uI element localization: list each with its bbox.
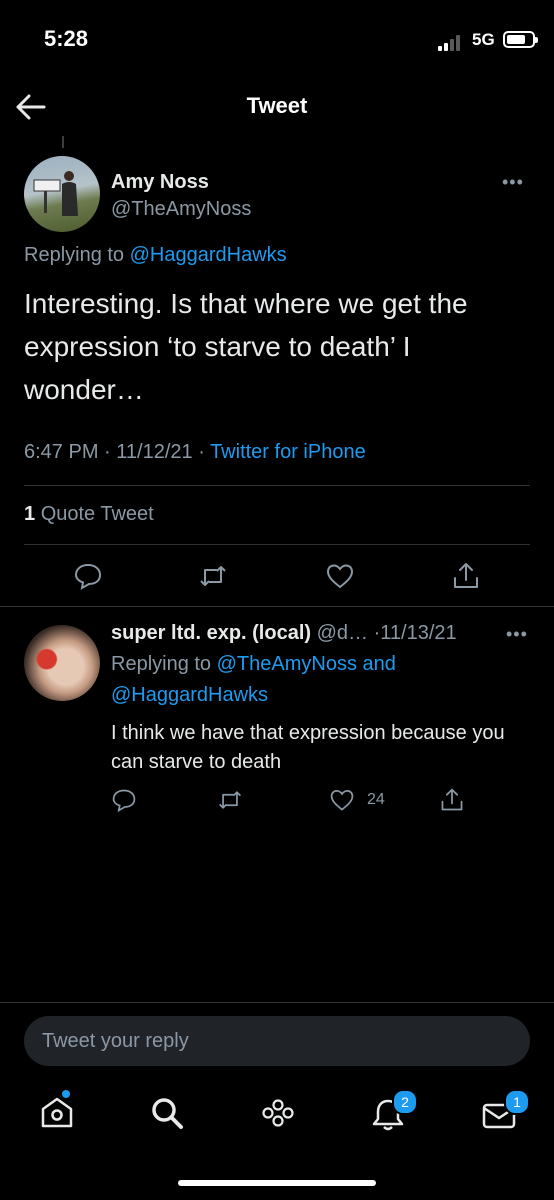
replying-to-line: Replying to @HaggardHawks [24, 244, 287, 267]
replying-to-link[interactable]: @HaggardHawks [130, 244, 287, 266]
reply-replying-prefix: Replying to [111, 653, 212, 675]
reply-replying-to-link-2[interactable]: @HaggardHawks [111, 684, 268, 707]
divider [24, 485, 530, 486]
page-title: Tweet [246, 93, 308, 118]
avatar-photo [33, 171, 78, 216]
avatar[interactable] [24, 156, 100, 232]
reply-replying-to-link[interactable]: @TheAmyNoss and [217, 653, 396, 675]
home-icon[interactable] [37, 1093, 77, 1133]
spaces-icon[interactable] [258, 1093, 298, 1133]
reply-more-options-icon[interactable]: ••• [506, 624, 528, 645]
search-icon[interactable] [147, 1093, 187, 1133]
more-options-icon[interactable]: ••• [502, 172, 524, 193]
share-icon[interactable] [439, 787, 465, 813]
tweet-time: 6:47 PM [24, 441, 99, 463]
quote-tweets-link[interactable]: 1 Quote Tweet [24, 503, 154, 526]
status-time: 5:28 [44, 26, 89, 51]
retweet-icon[interactable] [198, 561, 228, 591]
replying-prefix: Replying to [24, 244, 125, 266]
reply-icon[interactable] [111, 787, 137, 813]
reply-input-container [24, 1016, 530, 1066]
like-icon[interactable] [329, 787, 355, 813]
quote-count: 1 [24, 503, 36, 525]
reply-author-name[interactable]: super ltd. exp. (local) [111, 622, 311, 644]
author-handle[interactable]: @TheAmyNoss [111, 198, 251, 221]
like-count: 24 [367, 791, 385, 808]
divider [0, 1002, 554, 1003]
tweet-text: Interesting. Is that where we get the ex… [24, 288, 468, 405]
like-icon[interactable] [325, 561, 355, 591]
reply-header: super ltd. exp. (local) @d… ·11/13/21 [111, 622, 457, 645]
tweet-source[interactable]: Twitter for iPhone [210, 441, 366, 463]
reply-text: I think we have that expression because … [111, 722, 505, 773]
reply-avatar[interactable] [24, 625, 100, 701]
retweet-icon[interactable] [217, 787, 243, 813]
reply-icon[interactable] [73, 561, 103, 591]
divider [0, 606, 554, 607]
home-indicator [178, 1180, 376, 1186]
battery-icon [503, 31, 538, 48]
home-notification-dot [62, 1090, 70, 1098]
reply-input[interactable] [24, 1016, 530, 1066]
share-icon[interactable] [451, 561, 481, 591]
cellular-signal-icon [438, 35, 460, 51]
messages-badge: 1 [504, 1089, 530, 1115]
notifications-badge: 2 [392, 1089, 418, 1115]
tweet-meta: 6:47 PM · 11/12/21 · Twitter for iPhone [24, 441, 366, 463]
divider [24, 544, 530, 545]
thread-connector [62, 136, 64, 148]
network-type: 5G [472, 30, 495, 49]
reply-replying-to-line: Replying to @TheAmyNoss and [111, 653, 396, 676]
author-name[interactable]: Amy Noss [111, 171, 209, 194]
quote-label: Quote Tweet [40, 503, 154, 525]
reply-author-handle[interactable]: @d… [317, 622, 368, 644]
reply-date: ·11/13/21 [373, 622, 457, 644]
tweet-date: 11/12/21 [116, 441, 193, 463]
